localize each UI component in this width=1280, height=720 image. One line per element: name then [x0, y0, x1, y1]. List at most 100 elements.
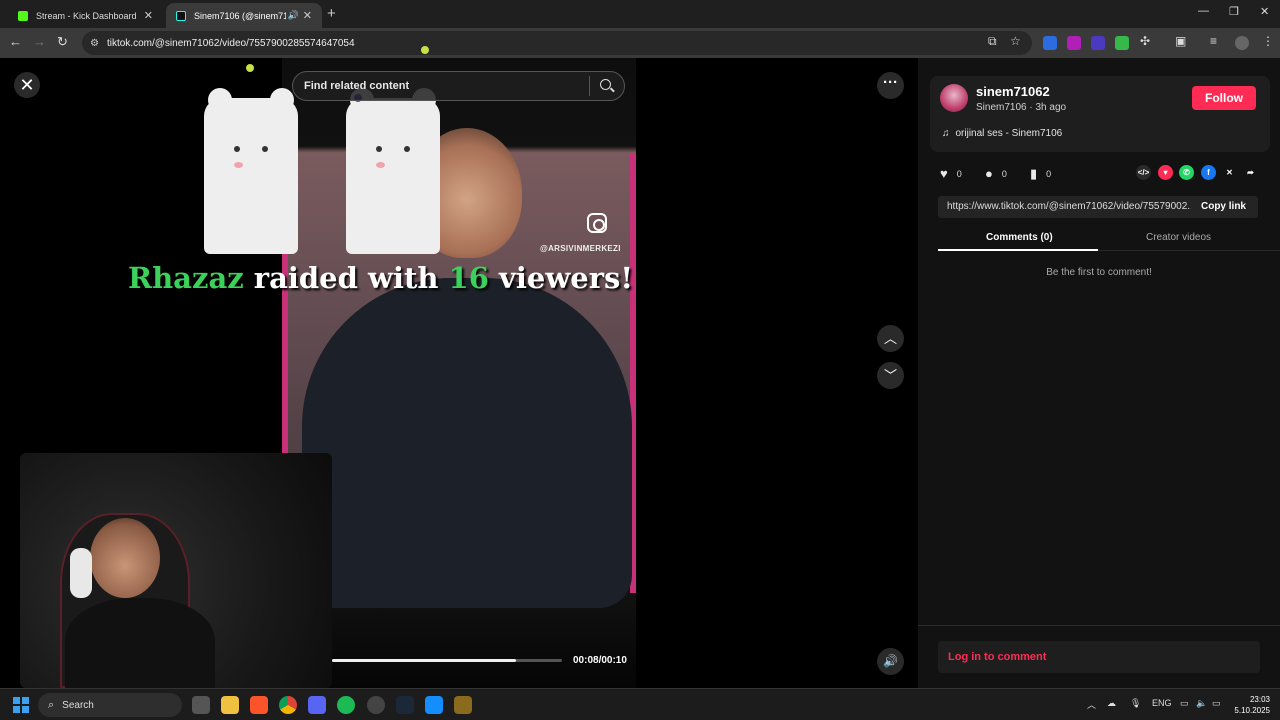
extension-icon[interactable] — [1067, 36, 1081, 50]
wow-icon[interactable] — [454, 696, 472, 714]
network-icon[interactable]: ▭ — [1180, 698, 1189, 709]
extension-icon[interactable] — [1115, 36, 1129, 50]
raid-name: Rhazaz — [128, 261, 244, 295]
video-progress-bar[interactable] — [332, 659, 562, 662]
audio-playing-icon[interactable]: 🔊 — [288, 10, 299, 21]
back-icon[interactable]: ← — [9, 34, 22, 49]
video-frame[interactable]: @ARSIVINMERKEZI — [282, 58, 636, 688]
video-player[interactable]: @ARSIVINMERKEZI Rhazaz raided with 16 vi… — [0, 46, 918, 688]
profile-avatar-icon[interactable] — [1235, 36, 1249, 50]
spotify-icon[interactable] — [337, 696, 355, 714]
comment-tabs: Comments (0) Creator videos — [938, 225, 1280, 251]
empty-comments-text: Be the first to comment! — [1046, 267, 1152, 278]
active-tab-indicator — [938, 249, 1098, 251]
restore-icon[interactable]: ❐ — [1229, 5, 1239, 18]
bookmark-star-icon[interactable]: ☆ — [1010, 34, 1021, 48]
comment-action[interactable]: ● 0 — [985, 166, 1007, 181]
discord-icon[interactable] — [308, 696, 326, 714]
share-arrow-icon[interactable]: ➦ — [1243, 165, 1258, 180]
extension-icon[interactable] — [1043, 36, 1057, 50]
raid-text: raided with — [243, 261, 449, 295]
system-clock[interactable]: 23:03 5.10.2025 — [1232, 694, 1270, 716]
video-details-panel: sinem71062 Sinem7106 · 3h ago Follow ♫ or… — [918, 58, 1280, 688]
search-input[interactable]: Find related content — [293, 80, 589, 92]
more-options-button[interactable]: ··· — [877, 72, 904, 99]
creator-username[interactable]: sinem71062 — [976, 84, 1050, 99]
whatsapp-icon[interactable]: ✆ — [1179, 165, 1194, 180]
taskbar-search[interactable]: ⌕ Search — [38, 693, 182, 717]
bear-sticker — [346, 88, 440, 254]
related-search-box[interactable]: Find related content — [292, 71, 625, 101]
extensions-puzzle-icon[interactable]: ✣ — [1140, 34, 1150, 48]
tab-title: Sinem7106 (@sinem71062) — [194, 10, 286, 21]
close-tab-icon[interactable]: ✕ — [144, 9, 153, 22]
tab-kick-dashboard[interactable]: Stream - Kick Dashboard ✕ — [8, 3, 163, 28]
x-icon[interactable]: ✕ — [1222, 165, 1237, 180]
bear-eye — [262, 146, 268, 152]
save-action[interactable]: ▮ 0 — [1030, 166, 1051, 182]
share-url[interactable]: https://www.tiktok.com/@sinem71062/video… — [947, 201, 1191, 212]
previous-video-button[interactable]: ︿ — [877, 325, 904, 352]
copy-link-button[interactable]: Copy link — [1201, 201, 1246, 212]
tray-overflow-icon[interactable]: ︿ — [1087, 698, 1096, 711]
video-progress-fill — [332, 659, 516, 662]
forward-icon[interactable]: → — [33, 34, 46, 49]
comment-icon: ● — [985, 166, 993, 181]
chrome-icon[interactable] — [279, 696, 297, 714]
send-icon[interactable]: ▾ — [1158, 165, 1173, 180]
minimize-icon[interactable]: — — [1198, 5, 1209, 17]
volume-icon[interactable]: 🔊 — [877, 648, 904, 675]
battery-icon[interactable]: ▭ — [1212, 698, 1221, 709]
windows-start-icon[interactable] — [13, 697, 29, 713]
obs-icon[interactable] — [367, 696, 385, 714]
comment-footer: Log in to comment — [918, 625, 1280, 688]
login-to-comment-button[interactable]: Log in to comment — [938, 641, 1260, 673]
media-controls-icon[interactable]: ≡ — [1210, 34, 1217, 48]
battlenet-icon[interactable] — [425, 696, 443, 714]
task-view-icon[interactable] — [192, 696, 210, 714]
bear-eye — [376, 146, 382, 152]
browser-menu-icon[interactable]: ⋮ — [1262, 34, 1274, 48]
save-count: 0 — [1046, 169, 1052, 179]
extension-icon[interactable] — [1091, 36, 1105, 50]
embed-icon[interactable]: </> — [1136, 165, 1151, 180]
steam-icon[interactable] — [396, 696, 414, 714]
instagram-icon — [587, 213, 607, 233]
microphone-icon[interactable]: 🎙 — [1130, 698, 1141, 709]
browser-tab-strip: Stream - Kick Dashboard ✕ Sinem7106 (@si… — [0, 0, 1280, 28]
bear-ear — [270, 88, 294, 112]
comment-count: 0 — [1001, 168, 1007, 179]
tab-tiktok[interactable]: Sinem7106 (@sinem71062) 🔊 ✕ — [166, 3, 322, 28]
facebook-icon[interactable]: f — [1201, 165, 1216, 180]
language-indicator[interactable]: ENG — [1152, 698, 1172, 708]
file-explorer-icon[interactable] — [221, 696, 239, 714]
start-tile — [22, 706, 29, 713]
tab-creator-videos[interactable]: Creator videos — [1146, 232, 1211, 243]
streamer-webcam — [20, 453, 332, 688]
new-tab-button[interactable]: + — [327, 5, 336, 22]
music-note-icon: ♫ — [942, 128, 950, 139]
onedrive-icon[interactable]: ☁ — [1107, 698, 1116, 709]
search-icon[interactable] — [590, 71, 624, 101]
brave-icon[interactable] — [250, 696, 268, 714]
site-info-icon[interactable]: ⚙ — [90, 38, 99, 49]
tab-comments[interactable]: Comments (0) — [986, 232, 1053, 243]
close-tab-icon[interactable]: ✕ — [303, 9, 312, 22]
avatar[interactable] — [940, 84, 968, 112]
address-bar[interactable]: ⚙ tiktok.com/@sinem71062/video/755790028… — [82, 31, 1032, 55]
reload-icon[interactable]: ↻ — [57, 34, 68, 50]
side-panel-icon[interactable]: ▣ — [1175, 34, 1186, 48]
bear-eye — [404, 146, 410, 152]
close-video-button[interactable]: ✕ — [14, 72, 40, 98]
bear-ear — [208, 88, 232, 112]
speaker-icon[interactable]: 🔈 — [1196, 698, 1207, 709]
like-count: 0 — [956, 168, 962, 179]
window-close-icon[interactable]: ✕ — [1260, 5, 1269, 18]
follow-button[interactable]: Follow — [1192, 86, 1256, 110]
like-action[interactable]: ♥ 0 — [940, 166, 962, 181]
raid-count: 16 — [448, 261, 489, 295]
bookmark-icon: ▮ — [1030, 166, 1038, 181]
next-video-button[interactable]: ﹀ — [877, 362, 904, 389]
install-app-icon[interactable]: ⧉ — [988, 34, 997, 49]
music-link[interactable]: ♫ orijinal ses - Sinem7106 — [942, 128, 1062, 139]
